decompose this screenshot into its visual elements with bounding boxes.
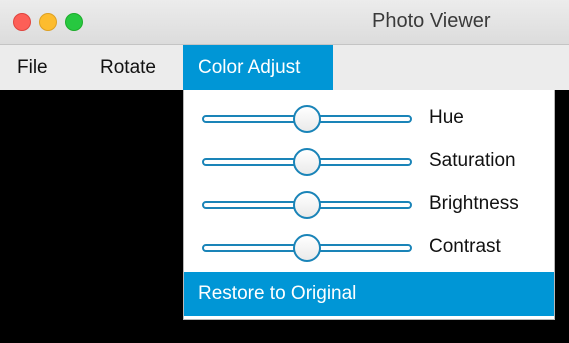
brightness-row: Brightness <box>184 187 554 227</box>
saturation-row: Saturation <box>184 144 554 184</box>
saturation-label: Saturation <box>429 150 516 171</box>
contrast-slider-thumb[interactable] <box>293 234 321 262</box>
brightness-label: Brightness <box>429 193 519 214</box>
window-title: Photo Viewer <box>372 10 491 32</box>
menu-rotate[interactable]: Rotate <box>100 45 156 90</box>
zoom-window-icon[interactable] <box>65 13 83 31</box>
hue-row: Hue <box>184 101 554 141</box>
app-window: Photo Viewer File Rotate Color Adjust Hu… <box>0 0 569 343</box>
contrast-label: Contrast <box>429 236 501 257</box>
hue-label: Hue <box>429 107 464 128</box>
saturation-slider-thumb[interactable] <box>293 148 321 176</box>
menu-bar: File Rotate Color Adjust <box>0 44 569 90</box>
brightness-slider-thumb[interactable] <box>293 191 321 219</box>
title-bar[interactable]: Photo Viewer <box>0 0 569 44</box>
close-window-icon[interactable] <box>13 13 31 31</box>
color-adjust-dropdown: Hue Saturation Brightness Contrast Resto… <box>183 90 555 320</box>
minimize-window-icon[interactable] <box>39 13 57 31</box>
contrast-row: Contrast <box>184 230 554 270</box>
menu-color-adjust[interactable]: Color Adjust <box>183 45 333 90</box>
hue-slider-thumb[interactable] <box>293 105 321 133</box>
menu-file[interactable]: File <box>17 45 48 90</box>
restore-to-original-item[interactable]: Restore to Original <box>184 272 554 316</box>
